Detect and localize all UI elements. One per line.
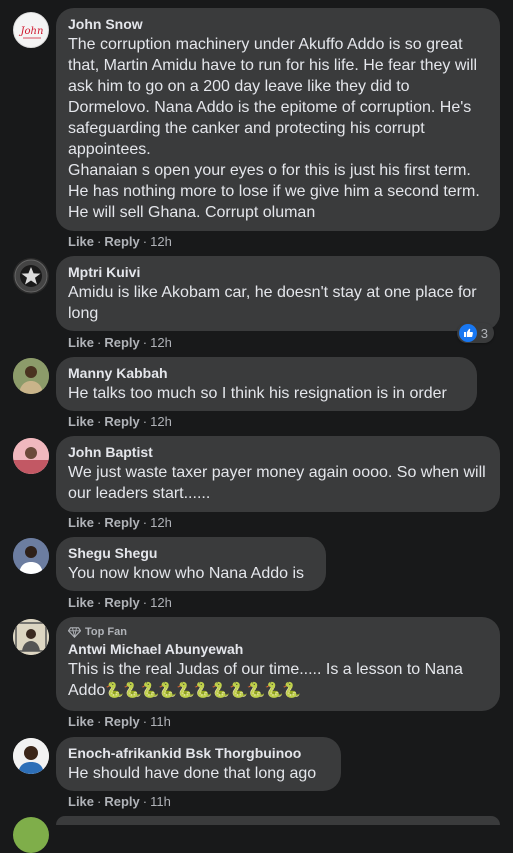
- reply-button[interactable]: Reply: [104, 335, 139, 350]
- avatar[interactable]: [13, 538, 49, 574]
- comment-bubble: Shegu Shegu You now know who Nana Addo i…: [56, 537, 326, 591]
- comment-time[interactable]: 12h: [150, 335, 172, 350]
- avatar[interactable]: [13, 258, 49, 294]
- comment-time[interactable]: 12h: [150, 234, 172, 249]
- comment-text: This is the real Judas of our time..... …: [68, 659, 488, 701]
- separator: ·: [97, 595, 102, 610]
- brand-logo-avatar-icon: John: [19, 26, 44, 39]
- comment-bubble: Top Fan Antwi Michael Abunyewah This is …: [56, 617, 500, 711]
- comment-author[interactable]: Manny Kabbah: [68, 365, 465, 381]
- reply-button[interactable]: Reply: [104, 714, 139, 729]
- top-fan-badge[interactable]: Top Fan: [68, 625, 488, 639]
- avatar[interactable]: [13, 817, 49, 853]
- reply-button[interactable]: Reply: [104, 515, 139, 530]
- like-button[interactable]: Like: [68, 414, 94, 429]
- avatar[interactable]: [13, 438, 49, 474]
- like-button[interactable]: Like: [68, 234, 94, 249]
- avatar[interactable]: John: [13, 12, 49, 48]
- avatar[interactable]: [13, 358, 49, 394]
- comment-time[interactable]: 12h: [150, 595, 172, 610]
- svg-text:John: John: [19, 26, 44, 37]
- separator: ·: [97, 414, 102, 429]
- comment-author[interactable]: Enoch-afrikankid Bsk Thorgbuinoo: [68, 745, 329, 761]
- separator: ·: [97, 714, 102, 729]
- like-reaction-icon: [458, 324, 477, 342]
- comment-author[interactable]: Antwi Michael Abunyewah: [68, 641, 488, 657]
- separator: ·: [142, 714, 148, 729]
- comment-bubble: Manny Kabbah He talks too much so I thin…: [56, 357, 477, 411]
- comment-bubble: John Snow The corruption machinery under…: [56, 8, 500, 231]
- comment-bubble: John Baptist We just waste taxer payer m…: [56, 436, 500, 512]
- like-button[interactable]: Like: [68, 335, 94, 350]
- like-button[interactable]: Like: [68, 515, 94, 530]
- separator: ·: [142, 515, 148, 530]
- separator: ·: [97, 794, 102, 809]
- comment-text: We just waste taxer payer money again oo…: [68, 464, 491, 502]
- separator: ·: [142, 414, 148, 429]
- separator: ·: [142, 234, 148, 249]
- separator: ·: [97, 335, 102, 350]
- reply-button[interactable]: Reply: [104, 794, 139, 809]
- comment-actions: Like · Reply · 11h: [68, 714, 171, 730]
- comment-actions: Like · Reply · 12h: [68, 234, 172, 250]
- reply-button[interactable]: Reply: [104, 234, 139, 249]
- comment-text: He talks too much so I think his resigna…: [68, 385, 447, 402]
- separator: ·: [97, 234, 102, 249]
- avatar[interactable]: [13, 619, 49, 655]
- comment-actions: Like · Reply · 12h: [68, 335, 172, 351]
- separator: ·: [97, 515, 102, 530]
- comment-bubble: [56, 816, 500, 825]
- badge-label: Top Fan: [85, 626, 127, 638]
- like-button[interactable]: Like: [68, 714, 94, 729]
- comment-actions: Like · Reply · 12h: [68, 414, 172, 430]
- avatar[interactable]: [13, 738, 49, 774]
- comment-actions: Like · Reply · 11h: [68, 794, 171, 810]
- separator: ·: [142, 335, 148, 350]
- reply-button[interactable]: Reply: [104, 414, 139, 429]
- comment-author[interactable]: Mptri Kuivi: [68, 264, 488, 280]
- reaction-count: 3: [480, 325, 488, 341]
- person-photo-avatar-icon: [13, 738, 49, 774]
- comment-time[interactable]: 12h: [150, 414, 172, 429]
- comment-author[interactable]: John Snow: [68, 16, 488, 32]
- person-photo-avatar-icon: [13, 438, 49, 474]
- comment-author[interactable]: Shegu Shegu: [68, 545, 314, 561]
- person-photo-avatar-icon: [13, 538, 49, 574]
- comment-text: Amidu is like Akobam car, he doesn't sta…: [68, 284, 482, 322]
- comment-feed: John John Snow The corruption machinery …: [0, 0, 513, 853]
- comment-author[interactable]: John Baptist: [68, 444, 488, 460]
- separator: ·: [142, 595, 148, 610]
- diamond-icon: [68, 626, 81, 638]
- separator: ·: [142, 794, 148, 809]
- snake-emoji-row: 🐍🐍🐍🐍🐍🐍🐍🐍🐍🐍🐍: [105, 682, 300, 699]
- comment-time[interactable]: 12h: [150, 515, 172, 530]
- reply-button[interactable]: Reply: [104, 595, 139, 610]
- like-button[interactable]: Like: [68, 794, 94, 809]
- comment-bubble: Enoch-afrikankid Bsk Thorgbuinoo He shou…: [56, 737, 341, 791]
- comment-time[interactable]: 11h: [150, 794, 171, 809]
- comment-text: He should have done that long ago: [68, 765, 317, 782]
- comment-actions: Like · Reply · 12h: [68, 515, 172, 531]
- reaction-summary[interactable]: 3: [456, 323, 494, 343]
- comment-actions: Like · Reply · 12h: [68, 595, 172, 611]
- star-avatar-icon: [14, 259, 48, 293]
- person-photo-avatar-icon: [13, 619, 49, 655]
- comment-time[interactable]: 11h: [150, 714, 171, 729]
- like-button[interactable]: Like: [68, 595, 94, 610]
- comment-text: The corruption machinery under Akuffo Ad…: [68, 36, 480, 221]
- comment-bubble: Mptri Kuivi Amidu is like Akobam car, he…: [56, 256, 500, 331]
- person-photo-avatar-icon: [13, 358, 49, 394]
- comment-text: You now know who Nana Addo is: [68, 565, 305, 582]
